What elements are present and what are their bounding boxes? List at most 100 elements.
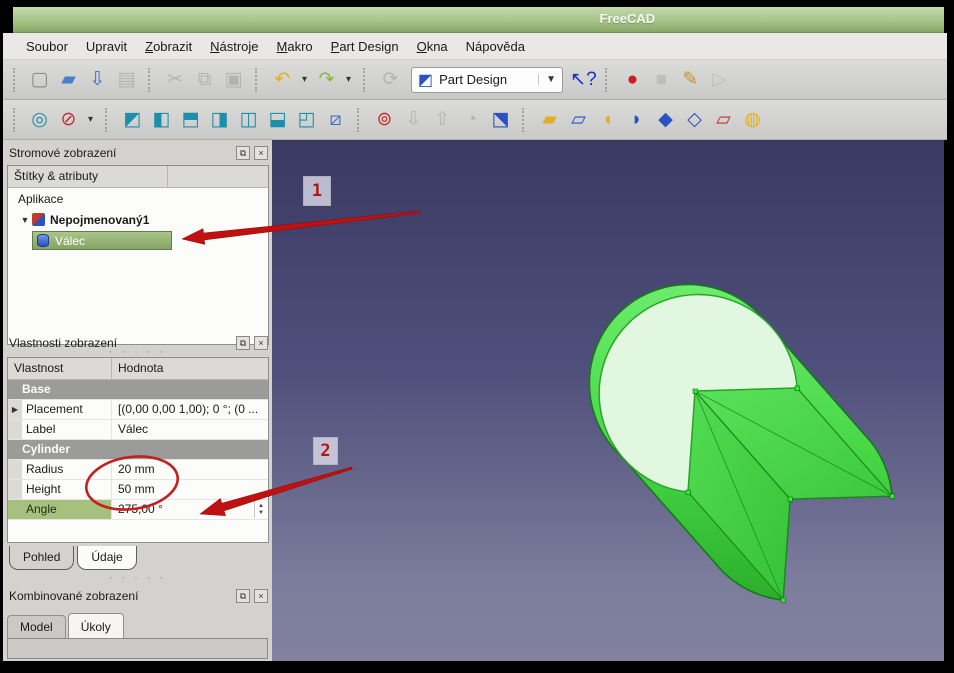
splitter-handle[interactable]: · · · · ·	[109, 572, 167, 584]
new-sketch-icon[interactable]: ⊚	[371, 106, 398, 134]
refresh-icon[interactable]: ⟳	[377, 66, 404, 94]
redo-dropdown-icon[interactable]: ▾	[342, 66, 355, 94]
toolbar-view: ◎⊘▾◩◧⬒◨◫⬓◰⧄⊚⇩⇧◔⬔▰▱◖◗◆◇▱◍	[3, 100, 947, 140]
property-value[interactable]: [(0,00 0,00 1,00); 0 °; (0 ...	[112, 400, 268, 419]
macro-edit-icon[interactable]: ✎	[677, 66, 704, 94]
primitives-icon[interactable]: ◍	[739, 106, 766, 134]
property-value[interactable]: 20 mm	[112, 460, 268, 479]
pad-icon[interactable]: ▰	[536, 106, 563, 134]
menu-part-design[interactable]: Part Design	[322, 35, 408, 58]
export-sketch-icon[interactable]: ⇧	[429, 106, 456, 134]
property-row-height[interactable]: Height50 mm	[8, 480, 268, 500]
tab-pohled[interactable]: Pohled	[9, 546, 74, 570]
close-panel-icon[interactable]: ×	[254, 336, 268, 350]
3d-viewport[interactable]	[272, 140, 944, 661]
undo-dropdown-icon[interactable]: ▾	[298, 66, 311, 94]
copy-icon[interactable]: ⧉	[191, 66, 218, 94]
expander-icon[interactable]: ▶	[8, 400, 22, 419]
menu-soubor[interactable]: Soubor	[17, 35, 77, 58]
tree-item-valec-selected[interactable]: Válec	[32, 231, 172, 250]
view-left-icon[interactable]: ◰	[293, 106, 320, 134]
pocket-icon[interactable]: ▱	[565, 106, 592, 134]
toolbar-separator	[148, 68, 154, 92]
tree-root-row[interactable]: Aplikace	[8, 188, 268, 209]
property-row-radius[interactable]: Radius20 mm	[8, 460, 268, 480]
property-value[interactable]: 275,00 °▲▼	[112, 500, 268, 519]
toolbar-drag-handle[interactable]	[13, 108, 19, 132]
tree-column-label: Štítky & atributy	[8, 166, 168, 187]
menu-okna[interactable]: Okna	[408, 35, 457, 58]
spinner-arrows[interactable]: ▲▼	[254, 501, 267, 518]
chevron-down-icon[interactable]: ▼	[538, 74, 556, 85]
view-rear-icon[interactable]: ◫	[235, 106, 262, 134]
workbench-selector[interactable]: ◩ Part Design ▼	[411, 67, 563, 93]
draft-icon[interactable]: ▱	[710, 106, 737, 134]
view-axonometric-icon[interactable]: ◩	[119, 106, 146, 134]
revolution-icon[interactable]: ◖	[594, 106, 621, 134]
cylinder-icon	[37, 234, 49, 247]
macro-record-icon[interactable]: ●	[619, 66, 646, 94]
undo-icon[interactable]: ↶	[269, 66, 296, 94]
redo-icon[interactable]: ↷	[313, 66, 340, 94]
menu-n-stroje[interactable]: Nástroje	[201, 35, 267, 58]
property-row-label[interactable]: LabelVálec	[8, 420, 268, 440]
property-value[interactable]: Válec	[112, 420, 268, 439]
float-panel-icon[interactable]: ⧉	[236, 589, 250, 603]
view-front-icon[interactable]: ◧	[148, 106, 175, 134]
float-panel-icon[interactable]: ⧉	[236, 146, 250, 160]
tree-document-row[interactable]: ▼ Nepojmenovaný1	[8, 209, 268, 230]
properties-column-headers[interactable]: Vlastnost Hodnota	[8, 358, 268, 380]
print-icon[interactable]: ▤	[113, 66, 140, 94]
save-file-icon[interactable]: ⇩	[84, 66, 111, 94]
view-top-icon[interactable]: ⬒	[177, 106, 204, 134]
new-file-icon[interactable]: ▢	[26, 66, 53, 94]
float-panel-icon[interactable]: ⧉	[236, 336, 250, 350]
cut-icon[interactable]: ✂	[162, 66, 189, 94]
view-right-icon[interactable]: ◨	[206, 106, 233, 134]
property-row-placement[interactable]: ▶Placement[(0,00 0,00 1,00); 0 °; (0 ...	[8, 400, 268, 420]
window-title: FreeCAD	[600, 11, 656, 26]
properties-panel-title: Vlastnosti zobrazení	[9, 336, 232, 350]
close-panel-icon[interactable]: ×	[254, 146, 268, 160]
property-name: Radius	[22, 460, 112, 479]
cylinder-model	[272, 140, 944, 661]
measure-distance-icon[interactable]: ⧄	[322, 106, 349, 134]
whats-this-icon[interactable]: ↖?	[570, 66, 597, 94]
toolbar-separator	[105, 108, 111, 132]
tab--koly[interactable]: Úkoly	[68, 613, 124, 638]
menu-makro[interactable]: Makro	[268, 35, 322, 58]
property-value[interactable]: 50 mm	[112, 480, 268, 499]
view-bottom-icon[interactable]: ⬓	[264, 106, 291, 134]
property-group-cylinder: Cylinder	[8, 440, 268, 460]
tree-column-header[interactable]: Štítky & atributy	[8, 166, 268, 188]
tab-model[interactable]: Model	[7, 615, 66, 638]
paste-icon[interactable]: ▣	[220, 66, 247, 94]
tab--daje[interactable]: Údaje	[77, 546, 136, 570]
tree-item-row[interactable]: Válec	[8, 230, 268, 251]
menu-n-pov-da[interactable]: Nápověda	[457, 35, 534, 58]
chamfer-icon[interactable]: ◇	[681, 106, 708, 134]
toolbar-separator	[605, 68, 611, 92]
open-folder-icon[interactable]: ▰	[55, 66, 82, 94]
view-sketch-icon[interactable]: ◔	[458, 106, 485, 134]
fillet-icon[interactable]: ◆	[652, 106, 679, 134]
groove-icon[interactable]: ◗	[623, 106, 650, 134]
menu-zobrazit[interactable]: Zobrazit	[136, 35, 201, 58]
tasks-panel-content	[7, 638, 268, 659]
tree-document-label: Nepojmenovaný1	[50, 213, 149, 227]
map-sketch-icon[interactable]: ⬔	[487, 106, 514, 134]
import-sketch-icon[interactable]: ⇩	[400, 106, 427, 134]
workbench-value: Part Design	[439, 72, 530, 87]
macro-play-icon[interactable]: ▷	[706, 66, 733, 94]
title-bar[interactable]: FreeCAD	[13, 7, 944, 33]
macro-stop-icon[interactable]: ■	[648, 66, 675, 94]
draw-style-dropdown-icon[interactable]: ▾	[84, 106, 97, 134]
expander-icon[interactable]: ▼	[18, 215, 32, 225]
menu-upravit[interactable]: Upravit	[77, 35, 136, 58]
group-label: Base	[8, 380, 55, 399]
toolbar-drag-handle[interactable]	[13, 68, 19, 92]
close-panel-icon[interactable]: ×	[254, 589, 268, 603]
fit-all-icon[interactable]: ◎	[26, 106, 53, 134]
property-row-angle[interactable]: Angle275,00 °▲▼	[8, 500, 268, 520]
draw-style-icon[interactable]: ⊘	[55, 106, 82, 134]
